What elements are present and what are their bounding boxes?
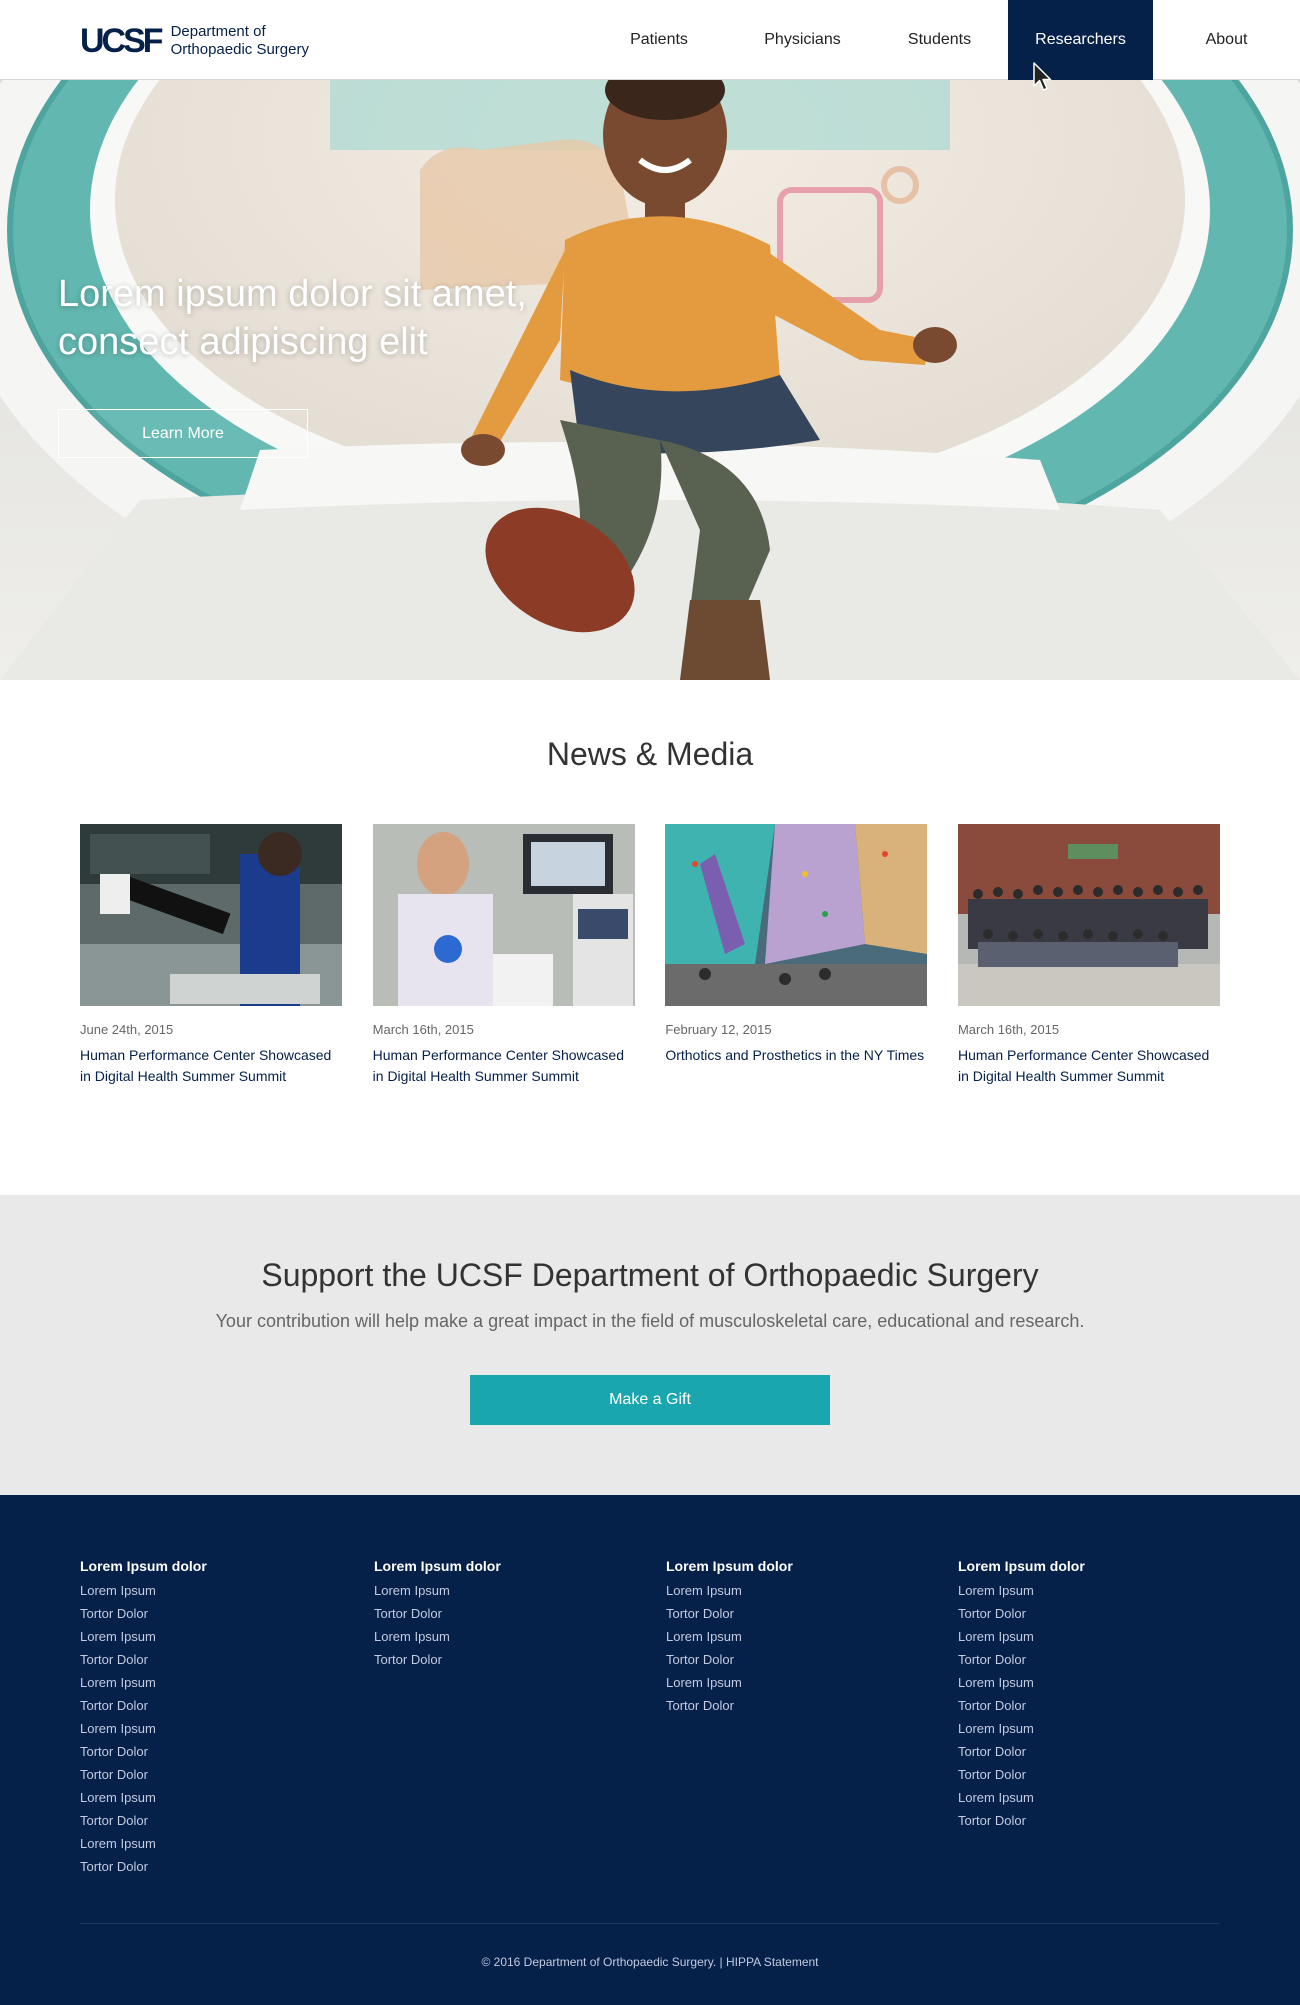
footer-link[interactable]: Tortor Dolor xyxy=(374,1602,624,1625)
footer-link[interactable]: Tortor Dolor xyxy=(666,1602,916,1625)
footer-link[interactable]: Tortor Dolor xyxy=(80,1763,330,1786)
footer-link[interactable]: Tortor Dolor xyxy=(958,1694,1208,1717)
hero-title: Lorem ipsum dolor sit amet, consect adip… xyxy=(58,273,527,363)
footer-copyright: © 2016 Department of Orthopaedic Surgery… xyxy=(0,1955,1300,1969)
news-grid: June 24th, 2015 Human Performance Center… xyxy=(80,824,1220,1087)
main-nav: Patients Physicians Students Researchers… xyxy=(584,0,1300,80)
footer-link[interactable]: Lorem Ipsum xyxy=(80,1625,330,1648)
footer-link[interactable]: Lorem Ipsum xyxy=(80,1717,330,1740)
site-header: UCSF Department of Orthopaedic Surgery P… xyxy=(0,0,1300,80)
news-card[interactable]: March 16th, 2015 Human Performance Cente… xyxy=(372,824,635,1087)
footer-divider xyxy=(80,1923,1220,1924)
footer-link[interactable]: Tortor Dolor xyxy=(80,1809,330,1832)
news-image-group-photo[interactable] xyxy=(957,824,1220,1006)
footer-column-heading: Lorem Ipsum dolor xyxy=(374,1558,501,1574)
support-section: Support the UCSF Department of Orthopaed… xyxy=(0,1195,1300,1495)
footer-link[interactable]: Lorem Ipsum xyxy=(958,1579,1208,1602)
news-headline-link[interactable]: Human Performance Center Showcased in Di… xyxy=(80,1045,342,1087)
news-image-lab[interactable] xyxy=(372,824,635,1006)
news-date: March 16th, 2015 xyxy=(957,1022,1060,1037)
nav-item-researchers[interactable]: Researchers xyxy=(1008,0,1153,80)
logo-line-2: Orthopaedic Surgery xyxy=(170,41,309,58)
copyright-text: © 2016 Department of Orthopaedic Surgery… xyxy=(481,1955,723,1969)
logo-line-1: Department of xyxy=(170,23,266,40)
site-footer: Lorem Ipsum dolor Lorem Ipsum Tortor Dol… xyxy=(0,1495,1300,2005)
footer-link[interactable]: Lorem Ipsum xyxy=(958,1625,1208,1648)
footer-column-4: Lorem Ipsum dolor Lorem Ipsum Tortor Dol… xyxy=(958,1557,1208,1832)
footer-link[interactable]: Lorem Ipsum xyxy=(958,1786,1208,1809)
nav-item-physicians[interactable]: Physicians xyxy=(734,0,871,80)
footer-column-heading: Lorem Ipsum dolor xyxy=(666,1558,793,1574)
hippa-statement-link[interactable]: HIPPA Statement xyxy=(726,1955,819,1969)
footer-link[interactable]: Tortor Dolor xyxy=(80,1648,330,1671)
news-headline-link[interactable]: Orthotics and Prosthetics in the NY Time… xyxy=(665,1045,927,1066)
news-headline-link[interactable]: Human Performance Center Showcased in Di… xyxy=(958,1045,1220,1087)
footer-column-heading: Lorem Ipsum dolor xyxy=(958,1558,1085,1574)
footer-link[interactable]: Tortor Dolor xyxy=(80,1855,330,1878)
footer-link[interactable]: Lorem Ipsum xyxy=(374,1579,624,1602)
footer-link[interactable]: Tortor Dolor xyxy=(80,1694,330,1717)
news-image-clinic[interactable] xyxy=(80,824,342,1006)
nav-item-about[interactable]: About xyxy=(1153,0,1300,80)
footer-link[interactable]: Lorem Ipsum xyxy=(374,1625,624,1648)
footer-link[interactable]: Lorem Ipsum xyxy=(958,1671,1208,1694)
news-card[interactable]: March 16th, 2015 Human Performance Cente… xyxy=(957,824,1220,1087)
footer-link[interactable]: Tortor Dolor xyxy=(374,1648,624,1671)
hero-banner: Lorem ipsum dolor sit amet, consect adip… xyxy=(0,80,1300,680)
make-a-gift-button[interactable]: Make a Gift xyxy=(470,1375,830,1425)
footer-column-1: Lorem Ipsum dolor Lorem Ipsum Tortor Dol… xyxy=(80,1557,330,1878)
learn-more-button[interactable]: Learn More xyxy=(58,409,308,458)
footer-link[interactable]: Tortor Dolor xyxy=(958,1648,1208,1671)
footer-link[interactable]: Tortor Dolor xyxy=(958,1740,1208,1763)
footer-link[interactable]: Tortor Dolor xyxy=(958,1763,1208,1786)
news-section-title: News & Media xyxy=(546,736,754,772)
news-date: June 24th, 2015 xyxy=(80,1022,174,1037)
news-card[interactable]: June 24th, 2015 Human Performance Center… xyxy=(80,824,342,1087)
news-headline-link[interactable]: Human Performance Center Showcased in Di… xyxy=(373,1045,635,1087)
footer-link[interactable]: Lorem Ipsum xyxy=(666,1579,916,1602)
footer-link[interactable]: Tortor Dolor xyxy=(666,1648,916,1671)
footer-link[interactable]: Lorem Ipsum xyxy=(666,1625,916,1648)
footer-column-2: Lorem Ipsum dolor Lorem Ipsum Tortor Dol… xyxy=(374,1557,624,1671)
footer-link[interactable]: Lorem Ipsum xyxy=(80,1579,330,1602)
ucsf-logo-mark: UCSF xyxy=(80,22,164,60)
footer-link[interactable]: Tortor Dolor xyxy=(80,1602,330,1625)
footer-link[interactable]: Lorem Ipsum xyxy=(666,1671,916,1694)
news-date: March 16th, 2015 xyxy=(372,1022,474,1037)
news-card[interactable]: February 12, 2015 Orthotics and Prosthet… xyxy=(665,824,928,1087)
support-title: Support the UCSF Department of Orthopaed… xyxy=(261,1257,1039,1293)
footer-link[interactable]: Lorem Ipsum xyxy=(80,1786,330,1809)
footer-link[interactable]: Lorem Ipsum xyxy=(958,1717,1208,1740)
footer-link[interactable]: Tortor Dolor xyxy=(958,1602,1208,1625)
mouse-cursor-icon xyxy=(1033,62,1052,91)
footer-column-3: Lorem Ipsum dolor Lorem Ipsum Tortor Dol… xyxy=(666,1557,916,1717)
ucsf-logo[interactable]: UCSF Department of Orthopaedic Surgery xyxy=(80,19,309,63)
nav-item-patients[interactable]: Patients xyxy=(584,0,734,80)
footer-column-heading: Lorem Ipsum dolor xyxy=(80,1558,207,1574)
footer-link[interactable]: Lorem Ipsum xyxy=(80,1671,330,1694)
footer-link[interactable]: Tortor Dolor xyxy=(958,1809,1208,1832)
news-image-climbing-wall[interactable] xyxy=(665,824,928,1006)
hero-image-child-in-scanner xyxy=(0,80,1300,680)
footer-link[interactable]: Lorem Ipsum xyxy=(80,1832,330,1855)
nav-item-students[interactable]: Students xyxy=(871,0,1008,80)
footer-link[interactable]: Tortor Dolor xyxy=(666,1694,916,1717)
support-text: Your contribution will help make a great… xyxy=(215,1311,1085,1331)
footer-link[interactable]: Tortor Dolor xyxy=(80,1740,330,1763)
logo-department-text: Department of Orthopaedic Surgery xyxy=(171,23,309,59)
news-date: February 12, 2015 xyxy=(665,1022,772,1037)
